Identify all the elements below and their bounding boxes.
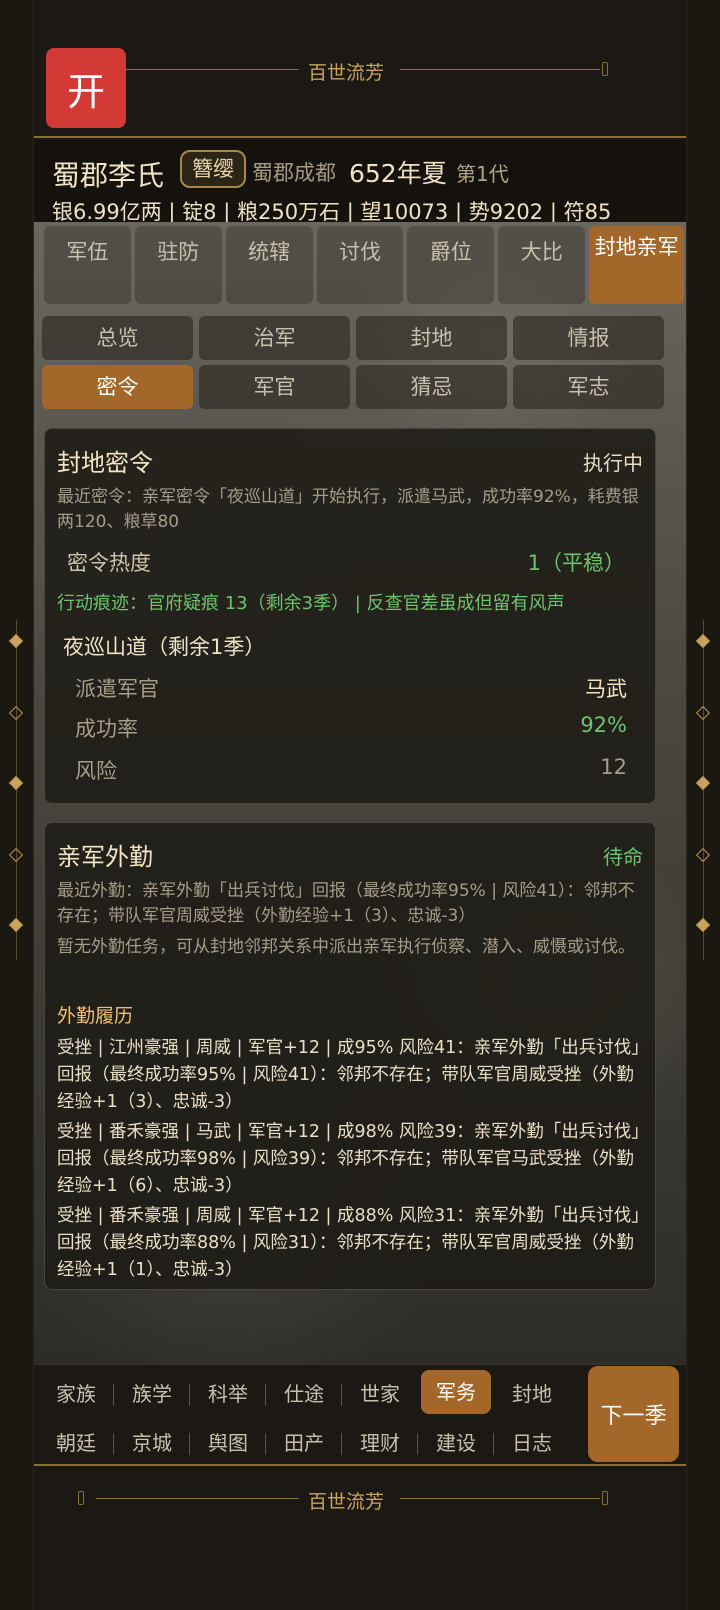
nav-item-active[interactable]: 军务 (421, 1370, 491, 1414)
diamond-ornament (8, 917, 24, 933)
history-title: 外勤履历 (57, 1005, 134, 1027)
banner-line-left (96, 1498, 299, 1499)
trace-text: 行动痕迹：官府疑痕 13（剩余3季） | 反查官差虽成但留有风声 (57, 593, 565, 614)
tab-secondary[interactable]: 封地 (356, 316, 507, 360)
officer-label: 派遣军官 (75, 677, 159, 701)
card-title: 亲军外勤 (57, 843, 153, 871)
top-banner: 百世流芳 (34, 0, 686, 138)
card-title: 封地密令 (57, 449, 153, 477)
left-rail (0, 0, 34, 1610)
rail-line (703, 620, 704, 960)
tab-primary[interactable]: 统辖 (225, 226, 313, 304)
risk-value: 12 (600, 755, 627, 779)
right-rail (686, 0, 720, 1610)
tab-secondary[interactable]: 军志 (513, 365, 664, 409)
tab-primary[interactable]: 驻防 (134, 226, 222, 304)
nav-item[interactable]: 家族 (38, 1378, 114, 1407)
diamond-ornament (695, 917, 711, 933)
tab-secondary[interactable]: 情报 (513, 316, 664, 360)
heat-value: 1（平稳） (527, 551, 625, 575)
generation-label: 第1代 (456, 162, 509, 186)
next-season-button[interactable]: 下一季 (588, 1366, 679, 1462)
primary-tabs: 军伍 驻防 统辖 讨伐 爵位 大比 封地亲军 (44, 226, 685, 304)
main-panel: 军伍 驻防 统辖 讨伐 爵位 大比 封地亲军 总览 治军 封地 情报 密令 军官… (34, 222, 686, 1364)
duty-note: 暂无外勤任务，可从封地邻邦关系中派出亲军执行侦察、潜入、威慑或讨伐。 (57, 937, 635, 957)
rank-badge: 簪缨 (180, 150, 246, 188)
rail-line (16, 620, 17, 960)
clan-name: 蜀郡李氏 (52, 159, 165, 192)
status-label: 待命 (603, 845, 643, 869)
tab-primary[interactable]: 爵位 (407, 226, 495, 304)
clan-header: 蜀郡李氏 簪缨 蜀郡成都 652年夏 第1代 银6.99亿两 | 锭8 | 粮2… (34, 140, 686, 224)
diamond-ornament (695, 775, 711, 791)
banner-endcap (78, 1491, 84, 1505)
diamond-ornament (8, 847, 24, 863)
banner-endcap (602, 1491, 608, 1505)
nav-item[interactable]: 舆图 (190, 1427, 266, 1456)
tab-primary[interactable]: 讨伐 (316, 226, 404, 304)
tab-secondary[interactable]: 治军 (199, 316, 350, 360)
bottom-banner: 百世流芳 (34, 1468, 686, 1610)
tab-secondary-active[interactable]: 密令 (42, 365, 193, 409)
location-label: 蜀郡成都 (252, 161, 336, 185)
tab-secondary[interactable]: 军官 (199, 365, 350, 409)
nav-item[interactable]: 理财 (342, 1427, 418, 1456)
open-button[interactable]: 开 (46, 48, 126, 128)
nav-item[interactable]: 日志 (494, 1427, 570, 1456)
nav-row-1: 家族 族学 科举 仕途 世家 军务 封地 (38, 1369, 570, 1415)
nav-item[interactable]: 京城 (114, 1427, 190, 1456)
nav-item[interactable]: 族学 (114, 1378, 190, 1407)
nav-item[interactable]: 朝廷 (38, 1427, 114, 1456)
banner-line-right (400, 1498, 600, 1499)
diamond-ornament (8, 705, 24, 721)
mission-title: 夜巡山道（剩余1季） (63, 635, 266, 659)
diamond-ornament (695, 633, 711, 649)
history-entry: 受挫 | 番禾豪强 | 马武 | 军官+12 | 成98% 风险39：亲军外勤「… (57, 1122, 649, 1196)
tab-primary-active[interactable]: 封地亲军 (589, 226, 685, 304)
date-label: 652年夏 (349, 159, 447, 188)
nav-item[interactable]: 田产 (266, 1427, 342, 1456)
success-label: 成功率 (75, 717, 138, 741)
banner-endcap (602, 62, 608, 76)
diamond-ornament (8, 633, 24, 649)
risk-label: 风险 (75, 759, 117, 783)
tab-secondary[interactable]: 猜忌 (356, 365, 507, 409)
tab-primary[interactable]: 大比 (498, 226, 586, 304)
diamond-ornament (8, 775, 24, 791)
heat-label: 密令热度 (67, 551, 151, 575)
decree-card: 封地密令 执行中 最近密令：亲军密令「夜巡山道」开始执行，派遣马武，成功率92%… (44, 428, 656, 804)
diamond-ornament (695, 705, 711, 721)
nav-item[interactable]: 世家 (342, 1378, 418, 1407)
field-duty-card: 亲军外勤 待命 最近外勤：亲军外勤「出兵讨伐」回报（最终成功率95% | 风险4… (44, 822, 656, 1290)
officer-value: 马武 (585, 677, 627, 701)
nav-item[interactable]: 科举 (190, 1378, 266, 1407)
diamond-ornament (695, 847, 711, 863)
recent-duty-text: 最近外勤：亲军外勤「出兵讨伐」回报（最终成功率95% | 风险41）：邻邦不存在… (57, 881, 635, 926)
tab-secondary[interactable]: 总览 (42, 316, 193, 360)
history-entry: 受挫 | 番禾豪强 | 周威 | 军官+12 | 成88% 风险31：亲军外勤「… (57, 1206, 649, 1280)
secondary-tabs: 总览 治军 封地 情报 密令 军官 猜忌 军志 (42, 316, 664, 409)
nav-row-2: 朝廷 京城 舆图 田产 理财 建设 日志 (38, 1419, 570, 1463)
nav-item[interactable]: 封地 (494, 1378, 570, 1407)
banner-title: 百世流芳 (308, 62, 385, 84)
nav-item[interactable]: 仕途 (266, 1378, 342, 1407)
success-value: 92% (580, 713, 627, 737)
banner-line-right (400, 69, 600, 70)
tab-primary[interactable]: 军伍 (44, 226, 131, 304)
status-label: 执行中 (583, 451, 643, 475)
history-entry: 受挫 | 江州豪强 | 周威 | 军官+12 | 成95% 风险41：亲军外勤「… (57, 1038, 649, 1112)
banner-title: 百世流芳 (308, 1491, 385, 1513)
nav-item[interactable]: 建设 (418, 1427, 494, 1456)
recent-decree-text: 最近密令：亲军密令「夜巡山道」开始执行，派遣马武，成功率92%，耗费银两120、… (57, 487, 639, 532)
banner-line-left (124, 69, 299, 70)
